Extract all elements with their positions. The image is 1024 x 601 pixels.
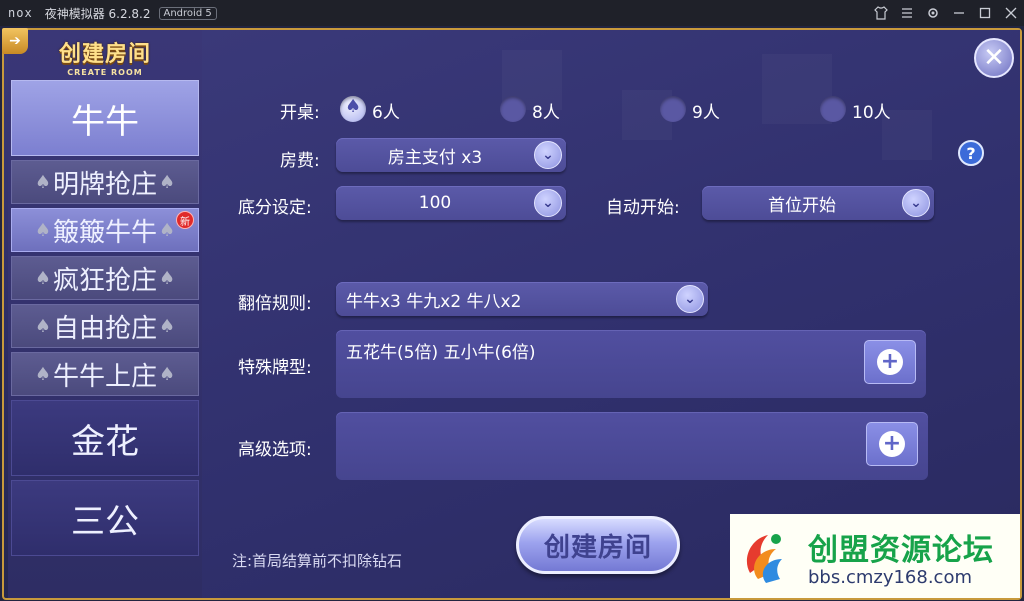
app-name: 夜神模拟器 6.2.8.2: [44, 6, 151, 21]
plus-icon: +: [879, 431, 905, 457]
spade-icon: ♠: [159, 267, 176, 289]
chevron-down-icon[interactable]: ⌄: [534, 141, 562, 169]
radio-6-label: 6人: [372, 103, 400, 123]
chevron-down-icon[interactable]: ⌄: [534, 189, 562, 217]
base-score-dropdown[interactable]: 100 ⌄: [336, 186, 566, 220]
radio-10-label: 10人: [852, 103, 891, 123]
base-score-value: 100: [418, 193, 452, 213]
sidebar-item-label: 金花: [71, 421, 139, 462]
plus-icon: +: [877, 349, 903, 375]
android-version-badge: Android 5: [158, 6, 217, 20]
sidebar-item-sangong[interactable]: 三公: [11, 480, 199, 556]
auto-start-dropdown[interactable]: 首位开始 ⌄: [702, 186, 934, 220]
add-advanced-option-button[interactable]: +: [866, 422, 918, 466]
room-fee-dropdown[interactable]: 房主支付 x3 ⌄: [336, 138, 566, 172]
radio-8-label: 8人: [532, 103, 560, 123]
special-hand-label: 特殊牌型:: [238, 358, 312, 378]
diamond-note: 注:首局结算前不扣除钻石: [232, 552, 403, 570]
sidebar-item-niuniu[interactable]: 牛牛: [11, 80, 199, 156]
forum-watermark: 创盟资源论坛 bbs.cmzy168.com: [730, 514, 1020, 598]
emulator-titlebar: nox 夜神模拟器 6.2.8.2 Android 5: [0, 0, 1024, 26]
room-fee-label: 房费:: [280, 151, 320, 171]
create-room-title: 创建房间 CREATE ROOM: [8, 30, 202, 80]
spade-icon: ♠: [34, 363, 51, 385]
spade-icon: ♠: [34, 219, 51, 241]
shirt-icon[interactable]: [874, 6, 888, 20]
spade-icon: ♠: [159, 171, 176, 193]
game-type-sidebar: 创建房间 CREATE ROOM 牛牛 ♠ 明牌抢庄 ♠ ♠ 簸簸牛牛 ♠ 新 …: [8, 30, 202, 598]
game-screen: 创建房间 CREATE ROOM 牛牛 ♠ 明牌抢庄 ♠ ♠ 簸簸牛牛 ♠ 新 …: [0, 26, 1024, 601]
forum-logo-icon: [736, 523, 802, 589]
sidebar-item-label: 疯狂抢庄: [52, 265, 157, 296]
close-button[interactable]: ✕: [974, 38, 1014, 78]
room-fee-value: 房主支付 x3: [387, 147, 483, 168]
radio-9[interactable]: [660, 96, 686, 122]
sidebar-item-label: 自由抢庄: [52, 313, 157, 344]
sidebar-item-bobo[interactable]: ♠ 簸簸牛牛 ♠ 新: [11, 208, 199, 252]
auto-start-value: 首位开始: [768, 195, 836, 216]
base-score-label: 底分设定:: [238, 198, 312, 218]
radio-10[interactable]: [820, 96, 846, 122]
help-icon[interactable]: ?: [958, 140, 984, 166]
spade-icon: ♠: [159, 363, 176, 385]
sidebar-item-label: 三公: [71, 501, 139, 542]
add-special-hand-button[interactable]: +: [864, 340, 916, 384]
spade-icon: ♠: [159, 219, 176, 241]
create-room-button[interactable]: 创建房间: [516, 516, 680, 574]
radio-9-label: 9人: [692, 103, 720, 123]
special-hand-box: 五花牛(5倍) 五小牛(6倍) +: [336, 330, 926, 398]
sidebar-item-fengkuang[interactable]: ♠ 疯狂抢庄 ♠: [11, 256, 199, 300]
special-hand-value: 五花牛(5倍) 五小牛(6倍): [346, 343, 536, 363]
multiplier-rule-dropdown[interactable]: 牛牛x3 牛九x2 牛八x2 ⌄: [336, 282, 708, 316]
auto-start-label: 自动开始:: [606, 198, 680, 218]
spade-icon: ♠: [34, 315, 51, 337]
sidebar-item-shangzhuang[interactable]: ♠ 牛牛上庄 ♠: [11, 352, 199, 396]
new-badge: 新: [176, 211, 194, 229]
spade-icon: ♠: [34, 171, 51, 193]
close-icon[interactable]: [1004, 6, 1018, 20]
maximize-icon[interactable]: [978, 6, 992, 20]
radio-6[interactable]: [340, 96, 366, 122]
chevron-down-icon[interactable]: ⌄: [676, 285, 704, 313]
create-room-title-cn: 创建房间: [58, 42, 151, 67]
advanced-options-box: +: [336, 412, 928, 480]
nox-logo: nox: [8, 6, 33, 20]
sidebar-item-label: 簸簸牛牛: [52, 217, 157, 248]
window-controls: [874, 0, 1018, 26]
advanced-options-label: 高级选项:: [238, 440, 312, 460]
sidebar-item-label: 牛牛上庄: [52, 361, 157, 392]
forum-name: 创盟资源论坛: [808, 532, 994, 568]
gear-icon[interactable]: [926, 6, 940, 20]
minimize-icon[interactable]: [952, 6, 966, 20]
multiplier-rule-value: 牛牛x3 牛九x2 牛八x2: [346, 291, 522, 312]
table-size-label: 开桌:: [280, 103, 320, 123]
menu-icon[interactable]: [900, 6, 914, 20]
sidebar-item-label: 明牌抢庄: [52, 169, 157, 200]
radio-8[interactable]: [500, 96, 526, 122]
create-room-title-en: CREATE ROOM: [67, 68, 143, 77]
room-settings-panel: ✕ 开桌: 6人 8人 9人 10人 房费: 房主支付 x3 ⌄ ? 底分设定:…: [202, 30, 1020, 598]
sidebar-item-mingpai[interactable]: ♠ 明牌抢庄 ♠: [11, 160, 199, 204]
sidebar-item-jinhua[interactable]: 金花: [11, 400, 199, 476]
back-arrow-icon[interactable]: ➔: [2, 28, 28, 54]
spade-icon: ♠: [159, 315, 176, 337]
spade-icon: ♠: [34, 267, 51, 289]
multiplier-rule-label: 翻倍规则:: [238, 294, 312, 314]
chevron-down-icon[interactable]: ⌄: [902, 189, 930, 217]
sidebar-item-ziyou[interactable]: ♠ 自由抢庄 ♠: [11, 304, 199, 348]
forum-url: bbs.cmzy168.com: [808, 566, 973, 588]
sidebar-item-label: 牛牛: [71, 101, 139, 142]
